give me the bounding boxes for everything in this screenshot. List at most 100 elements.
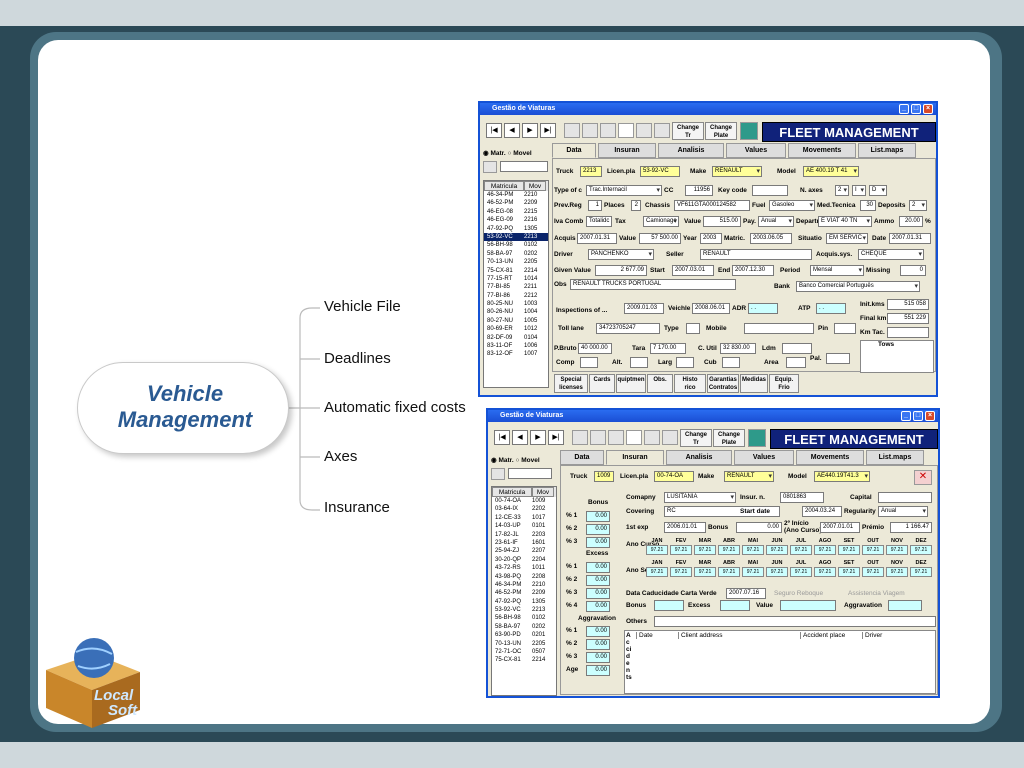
prev-record-icon[interactable]: ◀ xyxy=(512,430,528,445)
month-value-curso[interactable]: 97.21 xyxy=(886,545,908,555)
list-search-input[interactable] xyxy=(500,161,548,172)
vehicle-list[interactable]: Matricula Mov 46-34-PM 2210 46-52-PM 2209 46-… xyxy=(483,180,549,388)
maximize-icon[interactable]: □ xyxy=(911,104,921,114)
field-pbruto[interactable]: 40 000.00 xyxy=(578,343,612,354)
field-value[interactable]: 515.00 xyxy=(703,216,741,227)
list-row[interactable]: 58-BA-97 0202 xyxy=(492,623,556,631)
field-axes_b[interactable]: I xyxy=(852,185,866,196)
list-row[interactable]: 80-27-NU 1005 xyxy=(484,317,548,325)
field-empty[interactable] xyxy=(780,600,836,611)
bottom-button-5[interactable]: Garantias Contratos xyxy=(707,374,739,393)
excess-pct2[interactable]: 0.00 xyxy=(586,575,610,586)
field-driver[interactable]: PANCHENKO xyxy=(588,249,654,260)
list-row[interactable]: 56-BH-98 0102 xyxy=(492,614,556,622)
list-row[interactable]: 56-BH-98 0102 xyxy=(484,241,548,249)
month-value-seg[interactable]: 97.21 xyxy=(646,567,668,577)
change-plate-button[interactable]: Change Plate xyxy=(713,429,745,447)
field-empty[interactable] xyxy=(630,357,648,368)
field-end[interactable]: 2007.12.30 xyxy=(732,265,774,276)
list-row[interactable]: 23-61-IF 1601 xyxy=(492,539,556,547)
month-value-curso[interactable]: 97.21 xyxy=(814,545,836,555)
next-record-icon[interactable]: ▶ xyxy=(522,123,538,138)
field-type[interactable]: Trac.Internacil xyxy=(586,185,662,196)
refresh-icon[interactable] xyxy=(654,123,670,138)
field-empty[interactable] xyxy=(654,600,684,611)
list-row[interactable]: 46-EG-08 2215 xyxy=(484,208,548,216)
field-adr[interactable]: . . xyxy=(748,303,778,314)
bottom-button-0[interactable]: Special licenses xyxy=(554,374,588,393)
bottom-button-1[interactable]: Cards xyxy=(589,374,615,393)
bonus-pct1[interactable]: 0.00 xyxy=(586,511,610,522)
minimize-icon[interactable]: _ xyxy=(901,411,911,421)
aggr-age[interactable]: 0.00 xyxy=(586,665,610,676)
list-row[interactable]: 47-92-PQ 1305 xyxy=(492,598,556,606)
field-make[interactable]: RENAULT xyxy=(724,471,774,482)
bottom-button-4[interactable]: Histo rico xyxy=(674,374,706,393)
field-valuea[interactable]: 57 500.00 xyxy=(639,233,681,244)
exit-icon[interactable] xyxy=(748,429,766,447)
field-axes_c[interactable]: D xyxy=(869,185,887,196)
tab-insuran[interactable]: Insuran xyxy=(606,450,664,465)
bottom-button-3[interactable]: Obs. xyxy=(647,374,673,393)
list-row[interactable]: 43-98-PQ 2208 xyxy=(492,573,556,581)
excess-pct1[interactable]: 0.00 xyxy=(586,562,610,573)
field-iva[interactable]: Totalidc xyxy=(586,216,612,227)
tab-analisis[interactable]: Analisis xyxy=(658,143,724,158)
excess-pct4[interactable]: 0.00 xyxy=(586,601,610,612)
field-tax[interactable]: Camionage xyxy=(643,216,679,227)
field-empty[interactable] xyxy=(752,185,788,196)
field-bonus[interactable]: 0.00 xyxy=(736,522,782,533)
field-empty[interactable] xyxy=(722,357,740,368)
change-tr-button[interactable]: Change Tr xyxy=(680,429,712,447)
field-prevreg[interactable]: 1 xyxy=(588,200,602,211)
month-value-seg[interactable]: 97.21 xyxy=(742,567,764,577)
field-missing[interactable]: 0 xyxy=(900,265,926,276)
aggr-pct2[interactable]: 0.00 xyxy=(586,639,610,650)
month-value-seg[interactable]: 97.21 xyxy=(790,567,812,577)
accidents-grid[interactable] xyxy=(624,630,936,694)
month-value-curso[interactable]: 97.21 xyxy=(694,545,716,555)
field-model[interactable]: AE440.19T41.3 xyxy=(814,471,870,482)
new-icon[interactable] xyxy=(618,123,634,138)
field-acquis[interactable]: 2007.01.31 xyxy=(577,233,617,244)
list-row[interactable]: 70-13-UN 2205 xyxy=(484,258,548,266)
list-row[interactable]: 53-92-VC 2213 xyxy=(484,232,548,242)
last-record-icon[interactable]: ▶| xyxy=(548,430,564,445)
month-value-seg[interactable]: 97.21 xyxy=(862,567,884,577)
list-icon[interactable] xyxy=(582,123,598,138)
change-plate-button[interactable]: Change Plate xyxy=(705,122,737,140)
field-toll[interactable]: 34723705247 xyxy=(596,323,660,334)
month-value-curso[interactable]: 97.21 xyxy=(790,545,812,555)
list-search-input[interactable] xyxy=(508,468,552,479)
field-places[interactable]: 2 xyxy=(631,200,641,211)
field-empty[interactable] xyxy=(720,600,750,611)
month-value-curso[interactable]: 97.21 xyxy=(718,545,740,555)
field-licen[interactable]: 53-92-VC xyxy=(640,166,680,177)
maximize-icon[interactable]: □ xyxy=(913,411,923,421)
delete-icon[interactable] xyxy=(636,123,652,138)
tab-insuran[interactable]: Insuran xyxy=(598,143,656,158)
new-icon[interactable] xyxy=(626,430,642,445)
edit-icon[interactable] xyxy=(600,123,616,138)
tab-listmaps[interactable]: List.maps xyxy=(858,143,916,158)
field-date[interactable]: 2007.01.31 xyxy=(889,233,931,244)
month-value-seg[interactable]: 97.21 xyxy=(910,567,932,577)
field-start[interactable]: 2007.03.01 xyxy=(672,265,714,276)
field-cc[interactable]: 11956 xyxy=(685,185,713,196)
field-seller[interactable]: RENAULT xyxy=(700,249,812,260)
month-value-seg[interactable]: 97.21 xyxy=(718,567,740,577)
field-model[interactable]: AE 400.19 T 41 xyxy=(803,166,859,177)
close-icon[interactable]: × xyxy=(925,411,935,421)
field-empty[interactable] xyxy=(686,323,700,334)
field-regularity[interactable]: Anual xyxy=(878,506,928,517)
field-deposits[interactable]: 2 xyxy=(909,200,927,211)
field-finalkm[interactable]: 551 229 xyxy=(887,313,929,324)
list-row[interactable]: 46-34-PM 2210 xyxy=(484,191,548,199)
list-row[interactable]: 17-82-JL 2203 xyxy=(492,531,556,539)
list-row[interactable]: 14-03-UP 0101 xyxy=(492,522,556,530)
field-inicio[interactable]: 2007.01.01 xyxy=(820,522,860,533)
list-row[interactable]: 77-15-RT 1014 xyxy=(484,275,548,283)
bonus-pct2[interactable]: 0.00 xyxy=(586,524,610,535)
list-row[interactable]: 43-72-RS 1011 xyxy=(492,564,556,572)
tows-grid[interactable] xyxy=(860,340,934,373)
